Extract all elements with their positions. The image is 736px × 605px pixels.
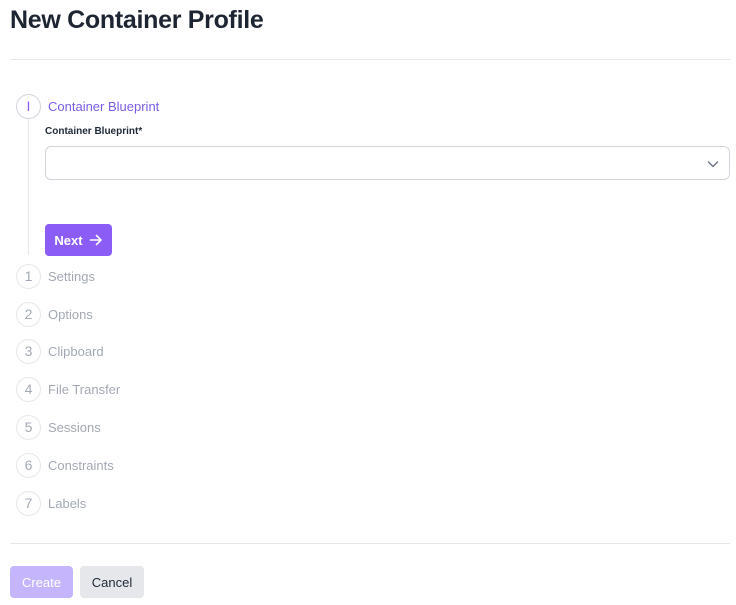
step-marker: I [16, 93, 41, 119]
container-profile-page: New Container Profile I Container Bluepr… [0, 0, 736, 605]
step-constraints[interactable]: 6 Constraints [16, 452, 114, 478]
step-number: 2 [16, 301, 41, 327]
step-settings[interactable]: 1 Settings [16, 263, 95, 289]
create-button[interactable]: Create [10, 566, 73, 598]
container-blueprint-select[interactable] [45, 146, 730, 180]
step-labels[interactable]: 7 Labels [16, 490, 86, 516]
active-step-connector [28, 118, 29, 255]
step-label: Settings [48, 268, 95, 284]
step-number: 1 [16, 263, 41, 289]
page-title: New Container Profile [10, 6, 264, 34]
step-sessions[interactable]: 5 Sessions [16, 414, 101, 440]
step-number: 3 [16, 338, 41, 364]
chevron-down-icon [707, 161, 719, 168]
cancel-button[interactable]: Cancel [80, 566, 144, 598]
step-label: Labels [48, 495, 87, 511]
container-blueprint-label: Container Blueprint* [45, 126, 143, 137]
step-label: Options [48, 306, 93, 322]
step-label: Constraints [48, 457, 114, 473]
step-label: Sessions [48, 419, 101, 435]
step-label: Clipboard [48, 343, 104, 359]
step-label: Container Blueprint [48, 98, 160, 114]
step-number: 7 [16, 490, 41, 516]
next-button-label: Next [54, 232, 83, 248]
step-file-transfer[interactable]: 4 File Transfer [16, 376, 120, 402]
next-button[interactable]: Next [45, 224, 112, 256]
step-number: 5 [16, 414, 41, 440]
step-options[interactable]: 2 Options [16, 301, 93, 327]
step-label: File Transfer [48, 381, 121, 397]
step-clipboard[interactable]: 3 Clipboard [16, 338, 104, 364]
arrow-right-icon [89, 234, 102, 246]
header-divider [10, 59, 730, 60]
step-container-blueprint[interactable]: I Container Blueprint [16, 93, 159, 119]
step-number: 4 [16, 376, 41, 402]
step-number: 6 [16, 452, 41, 478]
footer-divider [10, 543, 730, 544]
